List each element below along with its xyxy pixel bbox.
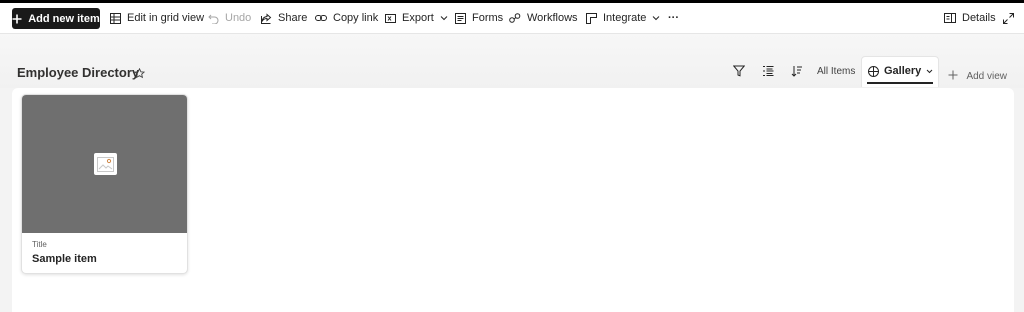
gallery-card[interactable]: Title Sample item <box>21 94 188 274</box>
link-icon <box>315 15 327 21</box>
expand-icon <box>1003 12 1014 24</box>
copy-link-button[interactable]: Copy link <box>315 3 378 33</box>
view-all-items[interactable]: All Items <box>817 66 855 77</box>
share-icon <box>261 12 272 24</box>
undo-button[interactable]: Undo <box>208 3 251 33</box>
chevron-down-icon <box>440 16 448 21</box>
plus-icon <box>12 14 22 23</box>
gallery-label: Gallery <box>884 65 922 77</box>
more-options-button[interactable]: ··· <box>668 3 679 33</box>
workflows-icon <box>509 12 521 23</box>
filter-icon[interactable] <box>732 64 746 82</box>
details-button[interactable]: Details <box>944 3 996 33</box>
more-options-icon: ··· <box>668 12 679 24</box>
group-by-icon[interactable] <box>762 64 774 82</box>
export-button[interactable]: Export <box>385 3 448 33</box>
integrate-label: Integrate <box>603 12 647 24</box>
grid-icon <box>110 12 121 24</box>
edit-grid-view-label: Edit in grid view <box>127 12 205 24</box>
image-placeholder-icon <box>94 153 117 175</box>
card-field-label: Title <box>32 240 47 249</box>
export-label: Export <box>402 12 434 24</box>
integrate-icon <box>586 12 597 24</box>
workflows-label: Workflows <box>527 12 578 24</box>
card-image <box>22 95 187 233</box>
card-title: Sample item <box>32 253 97 265</box>
active-tab-indicator <box>867 82 933 84</box>
excel-icon <box>385 13 396 23</box>
expand-button[interactable] <box>1003 3 1014 33</box>
share-button[interactable]: Share <box>261 3 307 33</box>
add-view-button[interactable]: Add view <box>948 66 1007 84</box>
forms-button[interactable]: Forms <box>455 3 503 33</box>
undo-icon <box>208 14 219 24</box>
integrate-button[interactable]: Integrate <box>586 3 660 33</box>
copy-link-label: Copy link <box>333 12 379 24</box>
tab-gallery[interactable]: Gallery <box>861 56 939 87</box>
details-label: Details <box>962 12 996 24</box>
page-title: Employee Directory <box>17 65 140 80</box>
list-header: Employee Directory All Items Gallery Add… <box>0 34 1024 88</box>
chevron-down-icon <box>653 16 660 21</box>
sort-icon[interactable] <box>791 64 803 82</box>
details-pane-icon <box>944 13 956 23</box>
add-new-item-label: Add new item <box>28 12 100 25</box>
workflows-button[interactable]: Workflows <box>509 3 578 33</box>
chevron-down-icon <box>926 69 933 73</box>
command-bar: Add new item Edit in grid view Undo Shar… <box>0 3 1024 34</box>
edit-grid-view-button[interactable]: Edit in grid view <box>110 3 204 33</box>
forms-label: Forms <box>472 12 504 24</box>
add-view-label: Add view <box>966 71 1008 82</box>
undo-label: Undo <box>225 12 252 24</box>
gallery-icon <box>868 65 879 77</box>
share-label: Share <box>278 12 308 24</box>
add-new-item-button[interactable]: Add new item <box>12 8 100 29</box>
form-icon <box>455 12 466 24</box>
plus-icon <box>948 70 958 80</box>
favorite-star-icon[interactable] <box>133 66 146 84</box>
